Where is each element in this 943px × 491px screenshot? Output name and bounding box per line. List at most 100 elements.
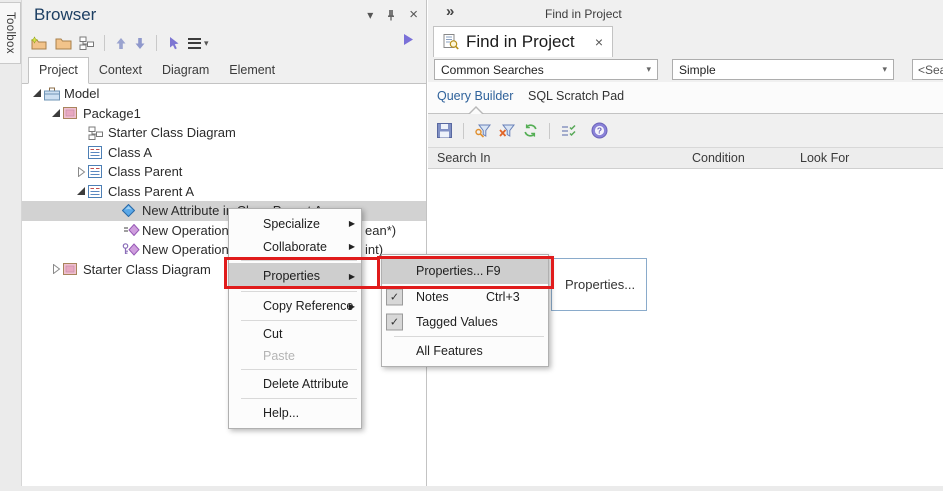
collapse-toggle-icon[interactable] xyxy=(74,167,88,177)
find-in-project-panel: » Find in Project Find in Project × Comm… xyxy=(428,0,943,486)
dropdown-icon[interactable]: ▾ xyxy=(367,9,373,21)
options-icon[interactable] xyxy=(561,121,577,141)
find-tab-title: Find in Project xyxy=(466,32,575,52)
remove-filter-icon[interactable] xyxy=(499,121,515,141)
add-filter-icon[interactable] xyxy=(475,121,491,141)
pin-icon[interactable] xyxy=(386,9,396,21)
package-icon xyxy=(63,263,81,275)
move-up-icon[interactable] xyxy=(115,33,127,53)
menu-item-paste[interactable]: Paste xyxy=(229,345,361,367)
menu-icon[interactable]: ▾ xyxy=(188,38,209,49)
query-subtabs: Query Builder SQL Scratch Pad xyxy=(428,82,943,113)
expand-toggle-icon[interactable] xyxy=(74,187,88,196)
menu-item-copy-reference[interactable]: Copy Reference ▶ xyxy=(229,294,361,318)
diagram-icon xyxy=(88,126,106,140)
help-icon[interactable]: ? xyxy=(591,121,608,141)
tree-item-class-a[interactable]: Class A xyxy=(22,143,426,163)
svg-text:?: ? xyxy=(597,126,602,136)
submenu-item-tagged-values[interactable]: ✓ Tagged Values xyxy=(382,310,548,334)
expand-toggle-icon[interactable] xyxy=(30,89,44,98)
attribute-icon xyxy=(122,204,140,217)
class-icon xyxy=(88,146,106,159)
save-icon[interactable] xyxy=(437,121,452,141)
forward-icon[interactable] xyxy=(403,33,414,46)
double-chevron-icon[interactable]: » xyxy=(446,3,454,20)
dropdown-caret-icon: ▾ xyxy=(204,38,209,49)
shortcut-label: Ctrl+3 xyxy=(486,290,520,304)
column-look-for[interactable]: Look For xyxy=(800,151,849,165)
search-category-dropdown[interactable]: Common Searches ▾ xyxy=(434,59,658,80)
menu-separator xyxy=(241,291,357,292)
toolbox-tab-label: Toolbox xyxy=(4,12,16,54)
tree-item-class-parent[interactable]: Class Parent xyxy=(22,162,426,182)
tab-diagram[interactable]: Diagram xyxy=(152,58,219,83)
subtab-query-builder[interactable]: Query Builder xyxy=(437,89,513,103)
annotation-rect-properties xyxy=(224,257,380,289)
menu-separator xyxy=(241,398,357,399)
menu-separator xyxy=(394,336,544,337)
tree-item-new-operation-1[interactable]: New Operation ean*) xyxy=(22,221,426,241)
close-icon[interactable]: × xyxy=(595,34,603,50)
operation-static-icon xyxy=(122,224,140,236)
model-icon xyxy=(44,87,62,101)
toolbox-tab[interactable]: Toolbox xyxy=(0,2,21,64)
annotation-rect-properties-f9 xyxy=(377,256,554,289)
browser-panel: Browser ▾ × xyxy=(22,0,427,486)
refresh-icon[interactable] xyxy=(523,121,538,141)
annotation-callout: Properties... xyxy=(551,258,647,311)
application-window: Toolbox Browser ▾ × xyxy=(0,0,943,491)
menu-item-cut[interactable]: Cut xyxy=(229,323,361,345)
menu-item-specialize[interactable]: Specialize ▶ xyxy=(229,212,361,235)
diagram-list-icon[interactable] xyxy=(79,33,94,53)
submenu-item-all-features[interactable]: All Features xyxy=(382,339,548,363)
search-mode-dropdown[interactable]: Simple ▾ xyxy=(672,59,894,80)
close-icon[interactable]: × xyxy=(409,7,418,22)
menu-item-delete-attribute[interactable]: Delete Attribute xyxy=(229,372,361,396)
browser-title: Browser xyxy=(34,5,96,25)
browser-toolbar: ▾ xyxy=(22,29,426,57)
dock-title: Find in Project xyxy=(545,7,622,21)
column-search-in[interactable]: Search In xyxy=(437,151,491,165)
find-in-project-tab[interactable]: Find in Project × xyxy=(433,26,613,57)
folder-icon[interactable] xyxy=(55,33,72,53)
class-icon xyxy=(88,165,106,178)
collapse-toggle-icon[interactable] xyxy=(49,264,63,274)
check-icon: ✓ xyxy=(386,314,403,331)
tree-item-package1[interactable]: Package1 xyxy=(22,104,426,124)
new-model-icon[interactable] xyxy=(30,33,48,53)
query-toolbar: ? xyxy=(428,114,943,147)
tree-item-model[interactable]: Model xyxy=(22,84,426,104)
context-menu: Specialize ▶ Collaborate ▶ Properties ▶ … xyxy=(228,208,362,429)
find-document-icon xyxy=(443,34,459,50)
tree-item-text-fragment: ean*) xyxy=(365,221,396,241)
column-condition[interactable]: Condition xyxy=(692,151,745,165)
dropdown-arrow-icon: ▾ xyxy=(646,64,657,75)
tree-item-class-parent-a[interactable]: Class Parent A xyxy=(22,182,426,202)
dock-header: » Find in Project xyxy=(428,0,943,26)
locate-icon[interactable] xyxy=(167,33,181,53)
tab-element[interactable]: Element xyxy=(219,58,285,83)
menu-item-collaborate[interactable]: Collaborate ▶ xyxy=(229,235,361,258)
window-bottom-edge xyxy=(0,486,943,491)
find-tab-row: Find in Project × xyxy=(428,26,943,57)
tree-item-starter-class-diagram[interactable]: Starter Class Diagram xyxy=(22,123,426,143)
submenu-arrow-icon: ▶ xyxy=(349,302,355,311)
move-down-icon[interactable] xyxy=(134,33,146,53)
toolbar-separator xyxy=(156,35,157,51)
subtab-sql-scratch-pad[interactable]: SQL Scratch Pad xyxy=(528,89,624,103)
tab-project[interactable]: Project xyxy=(28,57,89,84)
toolbox-strip: Toolbox xyxy=(0,0,22,486)
tab-context[interactable]: Context xyxy=(89,58,152,83)
tree-item-new-attribute[interactable]: New Attribute in Class Parent A xyxy=(22,201,426,221)
expand-toggle-icon[interactable] xyxy=(49,109,63,118)
search-filter-row: Common Searches ▾ Simple ▾ <Sea xyxy=(428,57,943,82)
dropdown-arrow-icon: ▾ xyxy=(882,64,893,75)
toolbar-separator xyxy=(104,35,105,51)
search-term-input[interactable]: <Sea xyxy=(912,59,943,80)
submenu-arrow-icon: ▶ xyxy=(349,242,355,251)
class-icon xyxy=(88,185,106,198)
submenu-arrow-icon: ▶ xyxy=(349,219,355,228)
browser-tabs: Project Context Diagram Element xyxy=(22,57,426,84)
menu-separator xyxy=(241,369,357,370)
menu-item-help[interactable]: Help... xyxy=(229,401,361,425)
